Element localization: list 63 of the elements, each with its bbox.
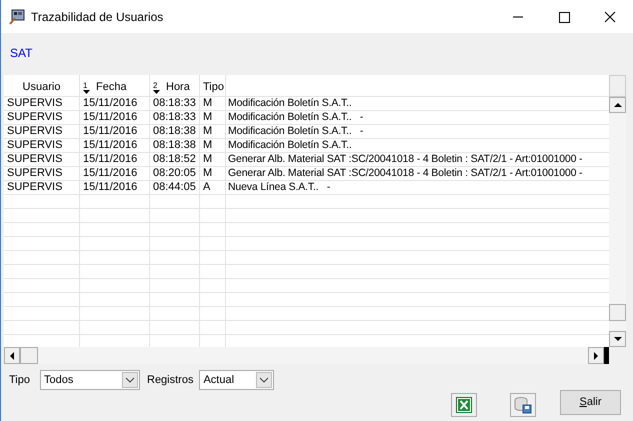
scrollbar-end-marker — [604, 347, 609, 364]
column-header[interactable]: 2 Hora — [150, 75, 200, 96]
table-cell: 15/11/2016 — [80, 153, 150, 166]
scroll-right-icon[interactable] — [588, 347, 604, 364]
table-cell: 08:20:05 — [150, 167, 200, 180]
horizontal-scrollbar[interactable] — [4, 347, 609, 364]
table-cell-text: Modificación Boletín S.A.T.. - — [227, 125, 364, 138]
table-cell: 08:18:33 — [150, 111, 200, 124]
chevron-down-icon — [256, 372, 272, 388]
table-cell: 15/11/2016 — [80, 167, 150, 180]
table-cell: 15/11/2016 — [80, 97, 150, 110]
scroll-thumb[interactable] — [20, 347, 38, 364]
scroll-down-icon[interactable] — [609, 331, 626, 347]
table-cell: 08:44:05 — [150, 181, 200, 194]
table-cell: M — [200, 139, 226, 152]
table-cell: SUPERVIS — [4, 167, 80, 180]
table-cell: SUPERVIS — [4, 181, 80, 194]
table-cell: M — [200, 111, 226, 124]
table-cell: M — [200, 153, 226, 166]
table-cell-text: Modificación Boletín S.A.T.. — [227, 97, 353, 110]
table-cell: SUPERVIS — [4, 97, 80, 110]
table-cell-text: Nueva Línea S.A.T.. - — [227, 181, 332, 194]
table-cell: SUPERVIS — [4, 111, 80, 124]
filter-label: Tipo — [9, 374, 30, 386]
table-cell-text: Generar Alb. Material SAT :SC/20041018 - 4 Boletin : SAT/2/1 - Art:01001000 - — [227, 153, 584, 166]
table-cell-text: Generar Alb. Material SAT :SC/20041018 - 4 Boletin : SAT/2/1 - Art:01001000 - — [227, 167, 584, 180]
scrollbar-corner — [609, 75, 626, 97]
table-cell: M — [200, 97, 226, 110]
table-cell-text: Modificación Boletín S.A.T.. - — [227, 111, 364, 124]
filter-label: Registros — [147, 374, 194, 386]
table-cell: 08:18:33 — [150, 97, 200, 110]
table-cell: 15/11/2016 — [80, 111, 150, 124]
vertical-scrollbar[interactable] — [609, 75, 626, 347]
table-cell: A — [200, 181, 226, 194]
table-cell: M — [200, 167, 226, 180]
table-cell: 08:18:38 — [150, 139, 200, 152]
scroll-thumb[interactable] — [609, 304, 626, 321]
sort-arrow-icon — [83, 90, 90, 94]
table-cell: 08:18:38 — [150, 125, 200, 138]
column-header[interactable]: Usuario — [4, 75, 80, 96]
table-cell: SUPERVIS — [4, 125, 80, 138]
window-title: Trazabilidad de Usuarios — [31, 10, 164, 24]
excel-export-button[interactable] — [451, 393, 477, 417]
table-cell: 15/11/2016 — [80, 181, 150, 194]
sort-arrow-icon — [153, 90, 160, 94]
scroll-left-icon[interactable] — [4, 347, 20, 364]
dropdown[interactable]: Todos — [40, 370, 140, 390]
table-cell: SUPERVIS — [4, 139, 80, 152]
database-save-button[interactable] — [510, 393, 536, 417]
table-cell: M — [200, 125, 226, 138]
scroll-up-icon[interactable] — [609, 97, 626, 113]
chevron-down-icon — [122, 372, 138, 388]
app-icon — [9, 8, 25, 24]
column-header[interactable]: Tipo — [200, 75, 226, 96]
dropdown[interactable]: Actual — [199, 370, 274, 390]
table-cell: 15/11/2016 — [80, 125, 150, 138]
table-cell: 08:18:52 — [150, 153, 200, 166]
table-cell-text: Modificación Boletín S.A.T.. — [227, 139, 353, 152]
table-cell: SUPERVIS — [4, 153, 80, 166]
column-header[interactable]: 1 Fecha — [80, 75, 150, 96]
table-cell: 15/11/2016 — [80, 139, 150, 152]
exit-button[interactable]: Salir — [560, 390, 621, 414]
section-label: SAT — [10, 46, 34, 62]
